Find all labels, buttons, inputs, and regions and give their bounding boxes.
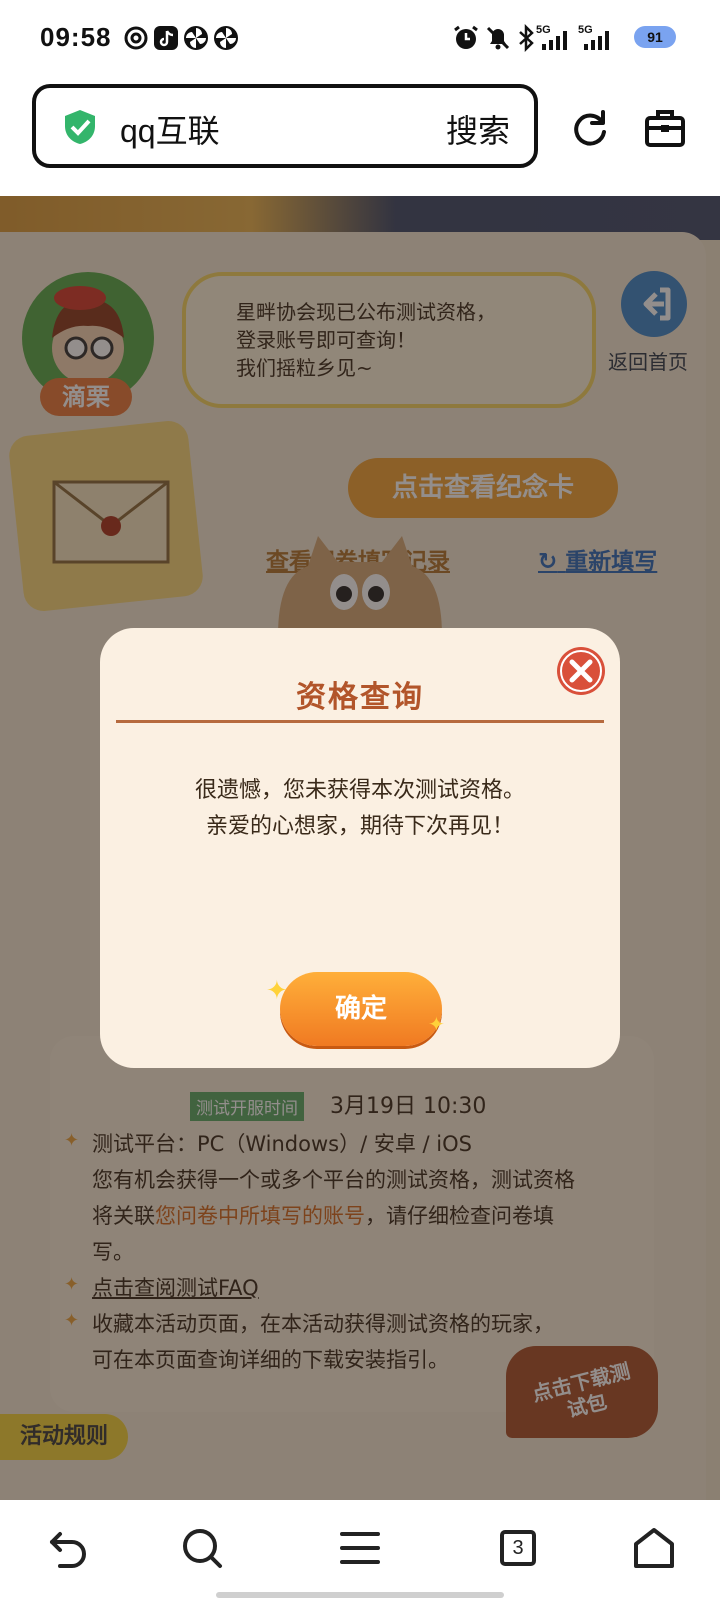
alarm-icon bbox=[454, 25, 478, 49]
search-button[interactable]: 搜索 bbox=[446, 106, 510, 152]
home-icon[interactable] bbox=[632, 1526, 676, 1570]
tabs-button[interactable]: 3 bbox=[500, 1530, 536, 1566]
back-icon[interactable] bbox=[46, 1526, 90, 1570]
tiktok-icon bbox=[154, 26, 178, 50]
swirl-icon bbox=[124, 26, 148, 50]
dialog-divider bbox=[116, 720, 604, 723]
menu-icon[interactable] bbox=[338, 1526, 382, 1570]
confirm-button[interactable]: 确定 bbox=[280, 972, 442, 1046]
url-text[interactable]: qq互联 bbox=[120, 106, 220, 152]
search-icon[interactable] bbox=[180, 1526, 224, 1570]
close-icon[interactable] bbox=[556, 646, 606, 696]
signal-5g-icon bbox=[584, 31, 609, 50]
pinwheel-icon bbox=[214, 26, 238, 50]
gesture-indicator[interactable] bbox=[216, 1592, 504, 1598]
status-time: 09:58 bbox=[40, 22, 112, 52]
sparkle-icon: ✦ bbox=[266, 976, 288, 1006]
pinwheel-icon bbox=[184, 26, 208, 50]
bell-off-icon bbox=[486, 26, 510, 50]
dialog-message-line-2: 亲爱的心想家，期待下次再见！ bbox=[205, 814, 514, 839]
security-shield-icon bbox=[65, 110, 95, 144]
toolbox-icon[interactable] bbox=[644, 108, 686, 148]
dialog-message-line-1: 很遗憾，您未获得本次测试资格。 bbox=[194, 778, 525, 803]
dialog-title: 资格查询 bbox=[296, 680, 424, 715]
reload-icon[interactable] bbox=[570, 108, 610, 148]
signal-5g-icon bbox=[542, 31, 567, 50]
sparkle-icon: ✦ bbox=[428, 1012, 445, 1036]
battery-indicator: 91 bbox=[634, 26, 676, 48]
